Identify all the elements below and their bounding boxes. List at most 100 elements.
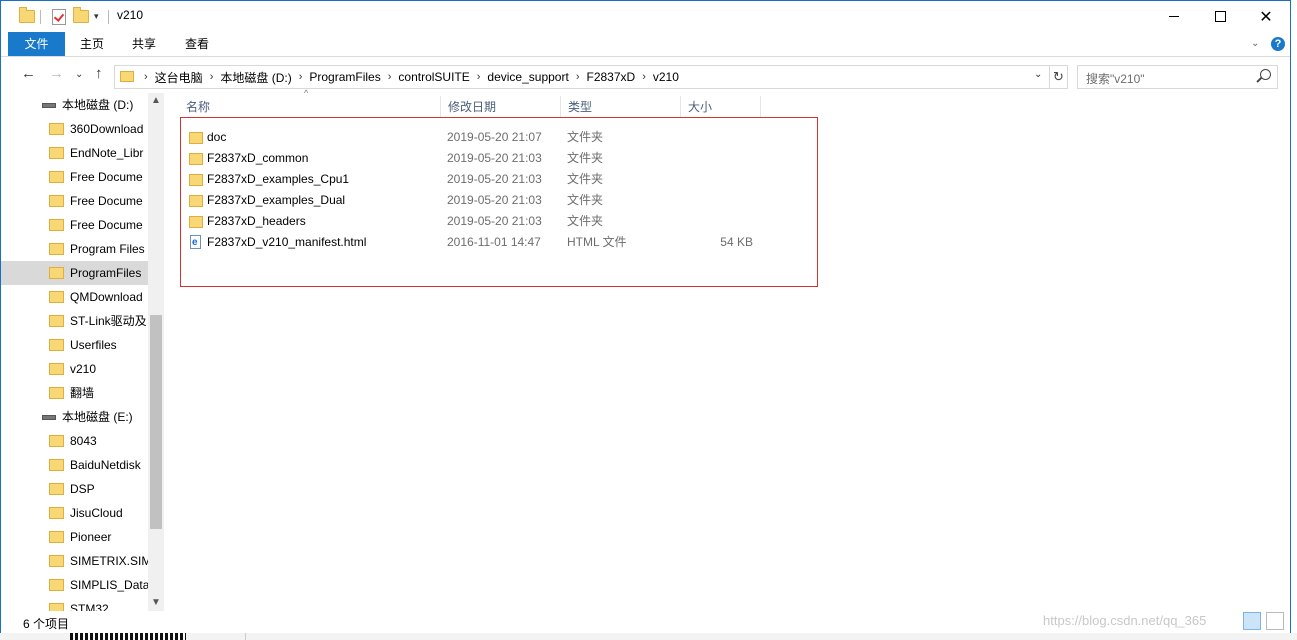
scroll-down-icon[interactable]: ▼ [148, 595, 164, 611]
address-history-dropdown[interactable]: ⌄ [1034, 69, 1042, 80]
sidebar-item-folder[interactable]: 翻墙 [1, 381, 148, 405]
tab-view[interactable]: 查看 [178, 32, 216, 56]
search-box[interactable]: 搜索"v210" [1077, 65, 1278, 89]
title-bar: ▾ v210 ✕ [1, 1, 1290, 32]
tab-share[interactable]: 共享 [125, 32, 163, 56]
refresh-button[interactable]: ↻ [1049, 66, 1067, 88]
collapse-ribbon-icon[interactable]: ⌄ [1251, 38, 1259, 49]
sidebar-item-folder[interactable]: SIMPLIS_Data [1, 573, 148, 597]
sidebar-item-label: Pioneer [70, 530, 112, 544]
sidebar-item-label: BaiduNetdisk [70, 458, 141, 472]
properties-check-icon[interactable] [52, 8, 66, 25]
item-count: 6 个项目 [23, 617, 70, 631]
recent-locations-dropdown[interactable]: ⌄ [75, 69, 83, 80]
close-button[interactable]: ✕ [1243, 1, 1289, 32]
column-header-date[interactable]: 修改日期 [441, 96, 561, 118]
breadcrumb-v210[interactable]: v210 [647, 70, 685, 84]
nav-scrollbar[interactable]: ▲ ▼ [148, 93, 164, 611]
sidebar-item-label: EndNote_Libr [70, 146, 144, 160]
up-button[interactable]: ↑ [95, 65, 103, 82]
folder-icon [49, 123, 64, 135]
address-bar[interactable]: › 这台电脑 › 本地磁盘 (D:) › ProgramFiles › cont… [114, 65, 1068, 89]
folder-icon [189, 216, 203, 228]
breadcrumb-drive-d[interactable]: 本地磁盘 (D:) [214, 69, 297, 86]
file-name: F2837xD_examples_Cpu1 [207, 172, 350, 186]
breadcrumb-f2837xd[interactable]: F2837xD [580, 70, 641, 84]
folder-icon [49, 315, 64, 327]
sidebar-item-folder[interactable]: QMDownload [1, 285, 148, 309]
window-title: v210 [117, 8, 144, 22]
breadcrumb: › 这台电脑 › 本地磁盘 (D:) › ProgramFiles › cont… [143, 66, 685, 88]
file-date: 2016-11-01 14:47 [447, 235, 541, 249]
details-view-icon[interactable] [1243, 612, 1261, 630]
ribbon-tabs: 文件 主页 共享 查看 ⌄ ? [1, 32, 1290, 57]
minimize-button[interactable] [1151, 1, 1197, 32]
sidebar-item-folder[interactable]: Free Docume [1, 213, 148, 237]
file-row[interactable]: doc 2019-05-20 21:07 文件夹 [187, 127, 787, 148]
file-type: 文件夹 [567, 151, 604, 165]
file-row[interactable]: F2837xD_common 2019-05-20 21:03 文件夹 [187, 148, 787, 169]
sidebar-item-folder[interactable]: Free Docume [1, 165, 148, 189]
sidebar-item-folder[interactable]: JisuCloud [1, 501, 148, 525]
file-date: 2019-05-20 21:03 [447, 193, 542, 207]
sidebar-item-label: 360Download [70, 122, 144, 136]
sidebar-item-folder[interactable]: DSP [1, 477, 148, 501]
sidebar-item-folder[interactable]: ProgramFiles [1, 261, 148, 285]
customize-quick-access-icon[interactable]: ▾ [94, 8, 99, 25]
column-headers: 名称 修改日期 类型 大小 [179, 96, 769, 118]
sidebar-item-drive[interactable]: 本地磁盘 (D:) [1, 93, 148, 117]
sidebar-item-folder[interactable]: EndNote_Libr [1, 141, 148, 165]
file-type: 文件夹 [567, 172, 604, 186]
breadcrumb-device-support[interactable]: device_support [481, 70, 574, 84]
file-row[interactable]: F2837xD_headers 2019-05-20 21:03 文件夹 [187, 211, 787, 232]
new-folder-icon[interactable] [73, 7, 89, 25]
large-icons-view-icon[interactable] [1266, 612, 1284, 630]
sidebar-item-folder[interactable]: 360Download [1, 117, 148, 141]
folder-icon [189, 132, 203, 144]
sidebar-item-folder[interactable]: Free Docume [1, 189, 148, 213]
sidebar-item-folder[interactable]: STM32 [1, 597, 148, 611]
scroll-up-icon[interactable]: ▲ [148, 93, 164, 109]
scroll-thumb[interactable] [150, 315, 162, 529]
folder-icon [49, 531, 64, 543]
forward-button[interactable]: → [49, 65, 64, 82]
quick-access-folder-icon[interactable] [19, 7, 35, 25]
sidebar-item-label: DSP [70, 482, 95, 496]
file-row[interactable]: F2837xD_examples_Dual 2019-05-20 21:03 文件夹 [187, 190, 787, 211]
breadcrumb-programfiles[interactable]: ProgramFiles [303, 70, 386, 84]
sidebar-item-folder[interactable]: SIMETRIX.SIM [1, 549, 148, 573]
search-icon[interactable] [1260, 69, 1271, 80]
background-strip [0, 633, 1297, 640]
back-button[interactable]: ← [21, 65, 36, 82]
folder-icon [49, 171, 64, 183]
navigation-bar: ← → ⌄ ↑ › 这台电脑 › 本地磁盘 (D:) › ProgramFile… [1, 57, 1290, 93]
column-header-name[interactable]: 名称 [179, 96, 441, 118]
folder-icon [49, 291, 64, 303]
sidebar-item-drive[interactable]: 本地磁盘 (E:) [1, 405, 148, 429]
column-header-type[interactable]: 类型 [561, 96, 681, 118]
column-header-size[interactable]: 大小 [681, 96, 761, 118]
file-date: 2019-05-20 21:03 [447, 151, 542, 165]
help-icon[interactable]: ? [1271, 37, 1285, 51]
search-input[interactable]: 搜索"v210" [1086, 70, 1145, 87]
sidebar-item-label: Free Docume [70, 194, 143, 208]
breadcrumb-this-pc[interactable]: 这台电脑 [149, 69, 209, 86]
file-row[interactable]: F2837xD_examples_Cpu1 2019-05-20 21:03 文件夹 [187, 169, 787, 190]
sidebar-item-folder[interactable]: 8043 [1, 429, 148, 453]
sidebar-item-label: 8043 [70, 434, 97, 448]
tab-home[interactable]: 主页 [73, 32, 111, 56]
file-row[interactable]: F2837xD_v210_manifest.html 2016-11-01 14:… [187, 232, 787, 253]
sidebar-item-folder[interactable]: Program Files [1, 237, 148, 261]
tab-file[interactable]: 文件 [8, 32, 65, 56]
file-date: 2019-05-20 21:03 [447, 214, 542, 228]
sidebar-item-folder[interactable]: BaiduNetdisk [1, 453, 148, 477]
maximize-button[interactable] [1197, 1, 1243, 32]
sidebar-item-folder[interactable]: Pioneer [1, 525, 148, 549]
folder-icon [49, 243, 64, 255]
breadcrumb-controlsuite[interactable]: controlSUITE [392, 70, 475, 84]
sidebar-item-folder[interactable]: ST-Link驱动及 [1, 309, 148, 333]
sidebar-item-folder[interactable]: v210 [1, 357, 148, 381]
sidebar-item-label: Free Docume [70, 170, 143, 184]
sidebar-item-folder[interactable]: Userfiles [1, 333, 148, 357]
file-date: 2019-05-20 21:03 [447, 172, 542, 186]
